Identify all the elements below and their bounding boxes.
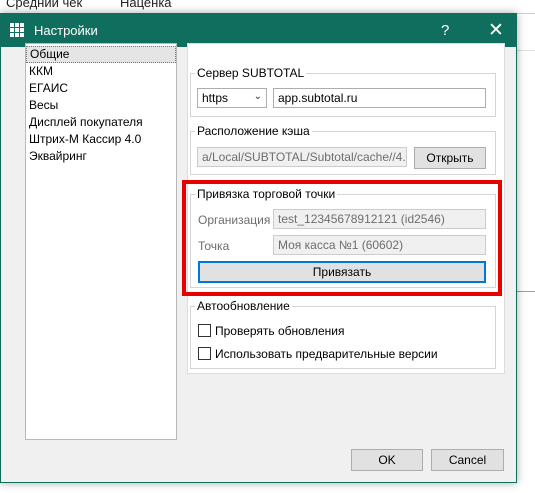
background-selection-line [515,291,535,292]
help-button[interactable]: ? [441,22,449,39]
category-list[interactable]: Общие ККМ ЕГАИС Весы Дисплей покупателя … [25,43,177,440]
app-grid-icon [10,23,24,37]
category-item-customer-display[interactable]: Дисплей покупателя [26,114,176,131]
category-item-scales[interactable]: Весы [26,97,176,114]
column-header-markup: Наценка [120,0,172,10]
chevron-down-icon: ⌄ [253,91,262,102]
category-item-general[interactable]: Общие [26,46,176,63]
category-item-kkm[interactable]: ККМ [26,63,176,80]
binding-legend: Привязка торговой точки [197,187,336,201]
category-item-shtrih-m[interactable]: Штрих-М Кассир 4.0 [26,131,176,148]
organization-field[interactable]: test_12345678912121 (id2546) [273,209,486,229]
column-header-avg-check: Средний чек [6,0,83,10]
prerelease-checkbox[interactable] [198,347,211,360]
protocol-value: https [202,91,229,105]
cache-legend: Расположение кэша [197,124,310,138]
close-button[interactable]: ✕ [488,19,504,42]
open-cache-button[interactable]: Открыть [414,147,486,169]
cache-path-field[interactable]: a/Local/SUBTOTAL/Subtotal/cache//4.16.2 [197,147,407,167]
dialog-title: Настройки [34,23,98,38]
point-label: Точка [198,239,230,253]
organization-label: Организация [198,213,271,227]
ok-button[interactable]: OK [351,449,423,471]
category-item-egais[interactable]: ЕГАИС [26,80,176,97]
server-legend: Сервер SUBTOTAL [197,66,305,80]
check-updates-label[interactable]: Проверять обновления [215,324,344,338]
category-item-acquiring[interactable]: Эквайринг [26,148,176,165]
point-field[interactable]: Моя касса №1 (60602) [273,235,486,255]
autoupdate-legend: Автообновление [197,299,290,313]
prerelease-label[interactable]: Использовать предварительные версии [215,347,438,361]
bind-button[interactable]: Привязать [198,261,486,283]
background-gridline [517,50,535,51]
protocol-select[interactable]: https ⌄ [197,88,267,108]
check-updates-checkbox[interactable] [198,324,211,337]
cancel-button[interactable]: Cancel [431,449,504,471]
host-input[interactable]: app.subtotal.ru [273,88,486,108]
